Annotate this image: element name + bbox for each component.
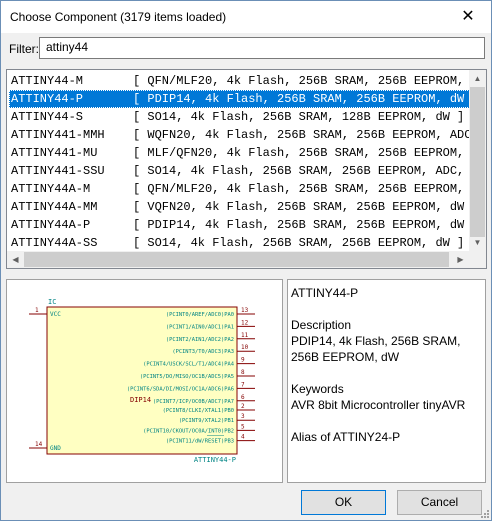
component-row[interactable]: ATTINY44-S [ SO14, 4k Flash, 256B SRAM, 1… (9, 108, 470, 126)
vertical-scroll-thumb[interactable] (470, 87, 485, 237)
component-row[interactable]: ATTINY44A-M [ QFN/MLF20, 4k Flash, 256B S… (9, 180, 470, 198)
pin-number: 12 (241, 319, 249, 326)
component-name: ATTINY44A-M (11, 182, 91, 196)
component-desc: [ WQFN20, 4k Flash, 256B SRAM, 256B EEPR… (133, 128, 470, 142)
component-row[interactable]: ATTINY44-P [ PDIP14, 4k Flash, 256B SRAM,… (9, 90, 470, 108)
cancel-button[interactable]: Cancel (397, 490, 482, 515)
vertical-scrollbar[interactable]: ▲ ▼ (469, 70, 486, 251)
component-name: ATTINY44A-SS (11, 236, 98, 250)
component-name: ATTINY441-SSU (11, 164, 105, 178)
pin-name: GND (50, 445, 61, 452)
description-line-2: 256B EEPROM, dW (291, 350, 400, 364)
title-bar: Choose Component (3179 items loaded) ✕ (1, 1, 491, 33)
component-list[interactable]: ATTINY44-M [ QFN/MLF20, 4k Flash, 256B SR… (6, 69, 487, 269)
pin-name: (PCINT1/AIN0/ADC1)PA1 (166, 324, 234, 330)
pin-number: 11 (241, 332, 249, 339)
scroll-down-icon[interactable]: ▼ (469, 234, 486, 251)
pin-number: 5 (241, 423, 245, 430)
component-desc: [ QFN/MLF20, 4k Flash, 256B SRAM, 256B E… (133, 182, 470, 196)
component-desc: [ MLF/QFN20, 4k Flash, 256B SRAM, 256B E… (133, 146, 470, 160)
ic-value: ATTINY44-P (194, 456, 236, 464)
component-desc: [ PDIP14, 4k Flash, 256B SRAM, 256B EEPR… (133, 92, 470, 106)
horizontal-scroll-thumb[interactable] (24, 252, 449, 267)
pin-number: 1 (35, 307, 39, 314)
component-name: ATTINY44-S (11, 110, 84, 124)
choose-component-dialog: Choose Component (3179 items loaded) ✕ F… (0, 0, 492, 521)
component-row[interactable]: ATTINY44A-MM [ VQFN20, 4k Flash, 256B SRA… (9, 198, 470, 216)
component-name: ATTINY44-P (11, 92, 84, 106)
pin-name: (PCINT4/USCK/SCL/T1/ADC4)PA4 (143, 362, 234, 368)
component-row[interactable]: ATTINY44-M [ QFN/MLF20, 4k Flash, 256B SR… (9, 72, 470, 90)
pin-number: 3 (241, 413, 245, 420)
keywords-heading: Keywords (291, 382, 344, 396)
schematic-symbol: IC ATTINY44-P DIP14 1 VCC 14 GND 13 (PCINT0/AREF… (29, 298, 255, 464)
component-row[interactable]: ATTINY441-SSU [ SO14, 4k Flash, 256B SRAM… (9, 162, 470, 180)
pin-name: (PCINT10/CKOUT/OC0A/INT0)PB2 (143, 428, 234, 434)
component-name: ATTINY44A-MM (11, 200, 98, 214)
pin-name: (PCINT11/dW/RESET)PB3 (166, 439, 234, 445)
horizontal-scrollbar[interactable]: ◀ ▶ (7, 251, 469, 268)
component-name: ATTINY441-MU (11, 146, 98, 160)
ic-reference: IC (48, 298, 56, 306)
component-desc: [ QFN/MLF20, 4k Flash, 256B SRAM, 256B E… (133, 74, 470, 88)
pin-number: 6 (241, 394, 245, 401)
pin-number: 9 (241, 357, 245, 364)
pin-number: 10 (241, 344, 249, 351)
scroll-up-icon[interactable]: ▲ (469, 70, 486, 87)
ic-package: DIP14 (130, 396, 151, 404)
description-line-1: PDIP14, 4k Flash, 256B SRAM, (291, 334, 461, 348)
scroll-left-icon[interactable]: ◀ (7, 251, 24, 268)
component-name: ATTINY44A-P (11, 218, 91, 232)
pin-number: 4 (241, 434, 245, 441)
pin-name: (PCINT8/CLKI/XTAL1)PB0 (163, 408, 234, 414)
keywords-value: AVR 8bit Microcontroller tinyAVR (291, 398, 466, 412)
pin-number: 2 (241, 403, 245, 410)
component-name: ATTINY441-MMH (11, 128, 105, 142)
scroll-corner (469, 251, 486, 268)
ok-button[interactable]: OK (301, 490, 386, 515)
component-row[interactable]: ATTINY44A-SS [ SO14, 4k Flash, 256B SRAM,… (9, 234, 470, 252)
pin-number: 14 (35, 441, 43, 448)
component-desc: [ SO14, 4k Flash, 256B SRAM, 256B EEPROM… (133, 236, 465, 250)
pin-name: (PCINT7/ICP/OC0B/ADC7)PA7 (153, 399, 234, 405)
component-row[interactable]: ATTINY44A-P [ PDIP14, 4k Flash, 256B SRAM… (9, 216, 470, 234)
pin-name: (PCINT6/SDA/DI/MOSI/OC1A/ADC6)PA6 (127, 386, 234, 392)
component-details: ATTINY44-P Description PDIP14, 4k Flash,… (287, 279, 486, 483)
pin-name: (PCINT5/DO/MISO/OC1B/ADC5)PA5 (140, 374, 234, 380)
component-desc: [ SO14, 4k Flash, 256B SRAM, 128B EEPROM… (133, 110, 465, 124)
symbol-preview: IC ATTINY44-P DIP14 1 VCC 14 GND 13 (PCINT0/AREF… (6, 279, 283, 483)
component-desc: [ SO14, 4k Flash, 256B SRAM, 256B EEPROM… (133, 164, 470, 178)
pin-number: 7 (241, 381, 245, 388)
pin-number: 8 (241, 369, 245, 376)
resize-grip-icon[interactable] (479, 508, 489, 518)
alias-text: Alias of ATTINY24-P (291, 430, 401, 444)
pin-name: (PCINT3/T0/ADC3)PA3 (172, 349, 234, 355)
pin-number: 13 (241, 307, 249, 314)
component-row[interactable]: ATTINY441-MMH [ WQFN20, 4k Flash, 256B SR… (9, 126, 470, 144)
pin-name: VCC (50, 311, 61, 318)
component-name: ATTINY44-M (11, 74, 84, 88)
description-heading: Description (291, 318, 352, 332)
pin-name: (PCINT2/AIN1/ADC2)PA2 (166, 337, 234, 343)
scroll-right-icon[interactable]: ▶ (452, 251, 469, 268)
component-desc: [ VQFN20, 4k Flash, 256B SRAM, 256B EEPR… (133, 200, 470, 214)
details-name: ATTINY44-P (291, 286, 359, 300)
filter-input[interactable]: attiny44 (39, 37, 485, 59)
filter-label: Filter: (9, 42, 39, 56)
component-desc: [ PDIP14, 4k Flash, 256B SRAM, 256B EEPR… (133, 218, 470, 232)
component-rows: ATTINY44-M [ QFN/MLF20, 4k Flash, 256B SR… (9, 72, 470, 252)
pin-name: (PCINT9/XTAL2)PB1 (179, 418, 234, 424)
pin-name: (PCINT0/AREF/ADC0)PA0 (166, 312, 234, 318)
close-icon[interactable]: ✕ (445, 1, 491, 33)
component-row[interactable]: ATTINY441-MU [ MLF/QFN20, 4k Flash, 256B … (9, 144, 470, 162)
window-title: Choose Component (3179 items loaded) (10, 10, 227, 24)
